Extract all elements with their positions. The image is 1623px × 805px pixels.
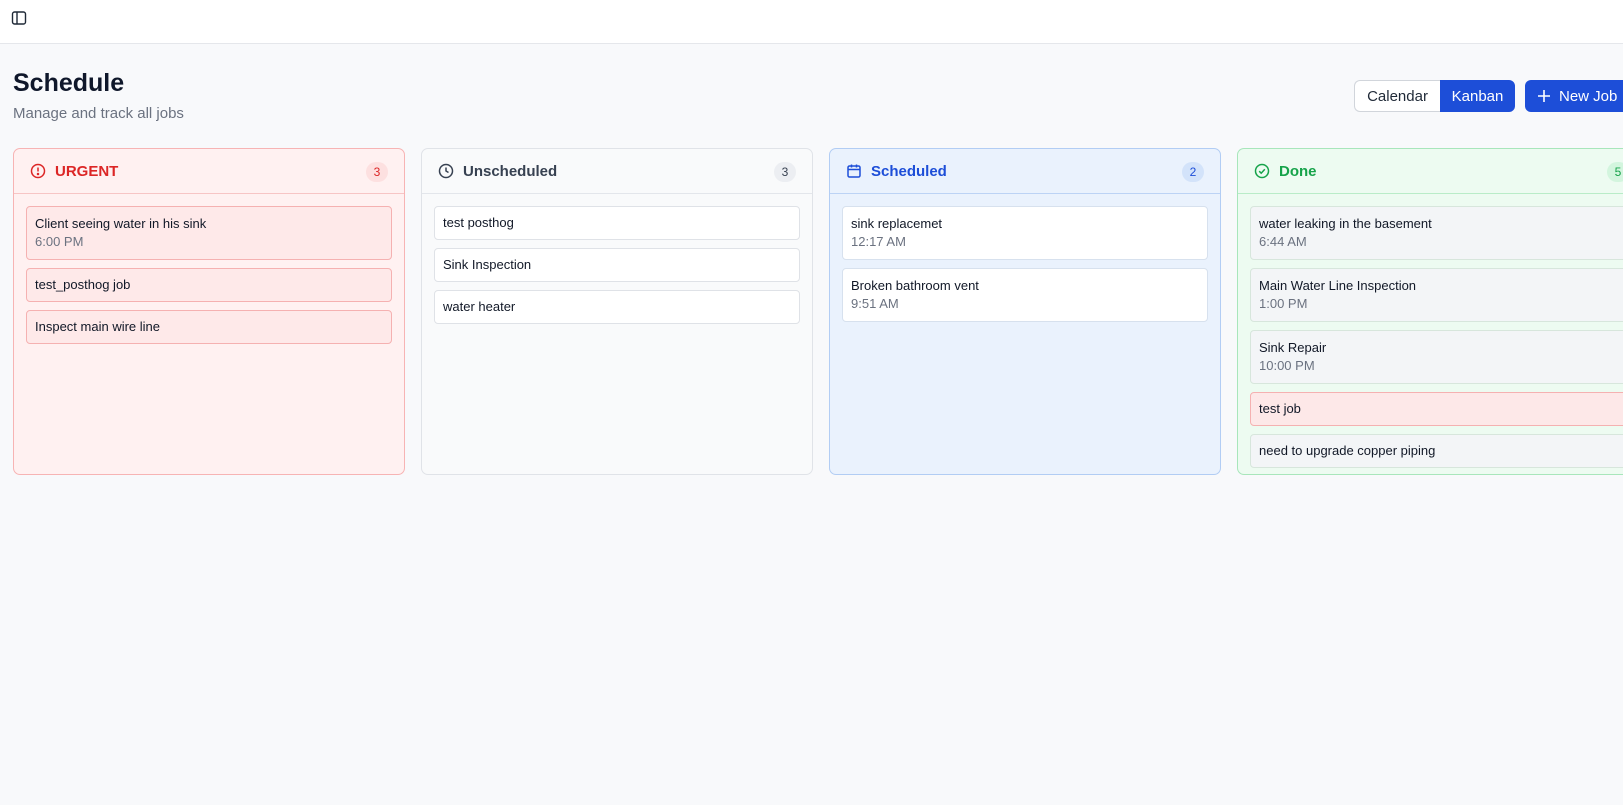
job-card[interactable]: water leaking in the basement 6:44 AM [1250, 206, 1623, 260]
column-count-badge: 3 [774, 162, 796, 182]
alert-circle-icon [29, 162, 47, 180]
job-card[interactable]: Inspect main wire line [26, 310, 392, 344]
plus-icon [1538, 90, 1550, 102]
job-card[interactable]: test posthog [434, 206, 800, 240]
kanban-view-button[interactable]: Kanban [1440, 80, 1515, 112]
card-list: sink replacemet 12:17 AM Broken bathroom… [830, 194, 1220, 322]
job-time: 10:00 PM [1259, 358, 1315, 373]
job-time: 12:17 AM [851, 234, 906, 249]
column-header: URGENT 3 [14, 149, 404, 194]
job-title: water heater [443, 299, 516, 314]
new-job-label: New Job [1559, 87, 1618, 105]
job-time: 9:51 AM [851, 296, 899, 311]
job-title: sink replacemet [851, 216, 943, 231]
job-time: 6:44 AM [1259, 234, 1307, 249]
card-list: Client seeing water in his sink 6:00 PM … [14, 194, 404, 344]
job-time: 6:00 PM [35, 234, 84, 249]
job-title: need to upgrade copper piping [1259, 443, 1436, 458]
job-title: water leaking in the basement [1259, 216, 1432, 231]
column-done: Done 5 water leaking in the basement 6:4… [1237, 148, 1623, 475]
calendar-icon [845, 162, 863, 180]
top-bar [0, 0, 1623, 44]
job-title: test posthog [443, 215, 514, 230]
job-title: Broken bathroom vent [851, 278, 979, 293]
page-title: Schedule [13, 69, 125, 97]
column-scheduled: Scheduled 2 sink replacemet 12:17 AM Bro… [829, 148, 1221, 475]
column-header: Done 5 [1238, 149, 1623, 194]
job-card[interactable]: Broken bathroom vent 9:51 AM [842, 268, 1208, 322]
column-title: Done [1279, 162, 1317, 180]
job-card[interactable]: Sink Inspection [434, 248, 800, 282]
column-title: Scheduled [871, 162, 947, 180]
job-card[interactable]: test job [1250, 392, 1623, 426]
job-card[interactable]: Main Water Line Inspection 1:00 PM [1250, 268, 1623, 322]
column-title: Unscheduled [463, 162, 558, 180]
card-list: test posthog Sink Inspection water heate… [422, 194, 812, 324]
job-card[interactable]: water heater [434, 290, 800, 324]
new-job-button[interactable]: New Job [1525, 80, 1623, 112]
view-toggle: Calendar Kanban [1354, 80, 1515, 112]
job-time: 1:00 PM [1259, 296, 1308, 311]
job-card[interactable]: Sink Repair 10:00 PM [1250, 330, 1623, 384]
clock-icon [437, 162, 455, 180]
job-card[interactable]: Client seeing water in his sink 6:00 PM [26, 206, 392, 260]
calendar-view-button[interactable]: Calendar [1354, 80, 1440, 112]
column-count-badge: 3 [366, 162, 388, 182]
column-header: Scheduled 2 [830, 149, 1220, 194]
job-title: test_posthog job [35, 277, 131, 292]
job-card[interactable]: test_posthog job [26, 268, 392, 302]
column-count-badge: 5 [1607, 162, 1623, 182]
job-title: Client seeing water in his sink [35, 216, 207, 231]
job-title: test job [1259, 401, 1301, 416]
column-urgent: URGENT 3 Client seeing water in his sink… [13, 148, 405, 475]
job-card[interactable]: sink replacemet 12:17 AM [842, 206, 1208, 260]
job-card[interactable]: need to upgrade copper piping [1250, 434, 1623, 468]
sidebar-toggle-icon[interactable] [9, 8, 29, 28]
column-unscheduled: Unscheduled 3 test posthog Sink Inspecti… [421, 148, 813, 475]
column-count-badge: 2 [1182, 162, 1204, 182]
job-title: Inspect main wire line [35, 319, 160, 334]
kanban-board: URGENT 3 Client seeing water in his sink… [13, 148, 1623, 475]
card-list: water leaking in the basement 6:44 AM Ma… [1238, 194, 1623, 468]
column-title: URGENT [55, 162, 119, 180]
job-title: Sink Inspection [443, 257, 532, 272]
column-header: Unscheduled 3 [422, 149, 812, 194]
job-title: Main Water Line Inspection [1259, 278, 1417, 293]
check-circle-icon [1253, 162, 1271, 180]
job-title: Sink Repair [1259, 340, 1327, 355]
page-subtitle: Manage and track all jobs [13, 105, 184, 122]
